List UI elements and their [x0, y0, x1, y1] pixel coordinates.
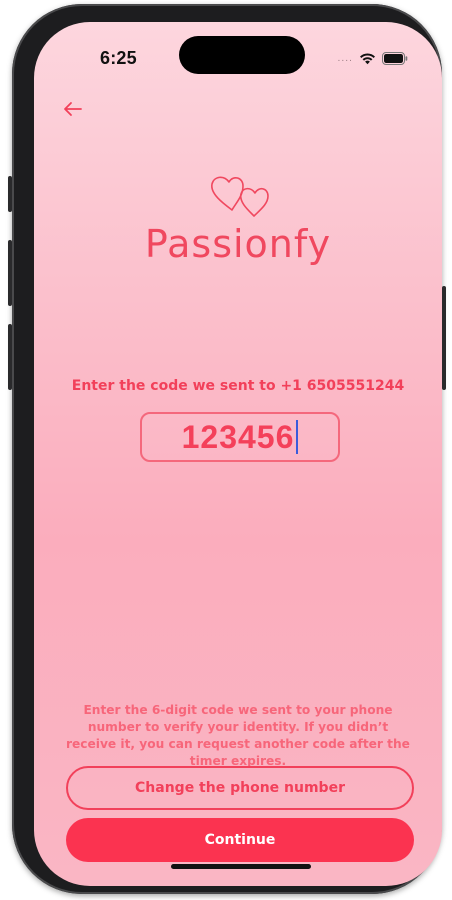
code-value: 123456	[181, 418, 295, 455]
battery-icon	[382, 52, 408, 65]
dynamic-island	[179, 36, 305, 74]
action-button	[8, 176, 12, 212]
app-screen: 6:25 .... Passionfy Enter the code we se…	[34, 22, 442, 886]
status-indicators: ....	[338, 52, 408, 65]
wifi-icon	[360, 53, 375, 65]
change-phone-button[interactable]: Change the phone number	[66, 766, 414, 810]
status-time: 6:25	[100, 48, 137, 68]
app-logo-text: Passionfy	[144, 222, 332, 266]
continue-button[interactable]: Continue	[66, 818, 414, 862]
help-text: Enter the 6-digit code we sent to your p…	[66, 703, 410, 768]
home-indicator	[171, 864, 311, 869]
two-hearts-icon	[211, 176, 269, 217]
volume-up-button	[8, 240, 12, 306]
volume-down-button	[8, 324, 12, 390]
power-button	[442, 286, 446, 390]
signal-icon: ....	[337, 53, 353, 64]
phone-frame: 6:25 .... Passionfy Enter the code we se…	[8, 4, 446, 894]
text-caret	[296, 420, 299, 454]
verification-code-input[interactable]: 123456	[140, 412, 340, 462]
back-button[interactable]	[60, 96, 86, 122]
code-prompt: Enter the code we sent to +1 6505551244	[71, 378, 405, 394]
arrow-left-icon	[64, 102, 82, 116]
